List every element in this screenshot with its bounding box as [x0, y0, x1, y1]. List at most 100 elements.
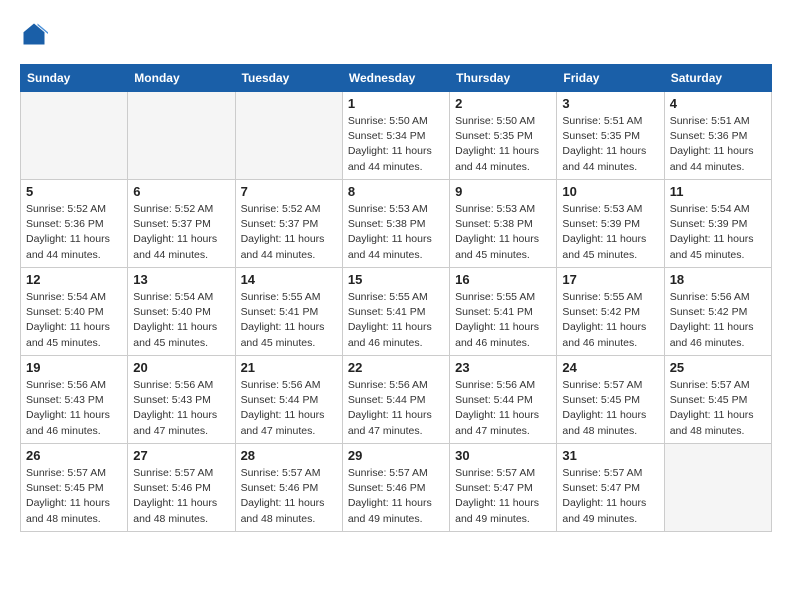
day-info: Sunrise: 5:57 AMSunset: 5:47 PMDaylight:…	[455, 466, 551, 527]
calendar-cell: 28 Sunrise: 5:57 AMSunset: 5:46 PMDayligh…	[235, 444, 342, 532]
weekday-header-saturday: Saturday	[664, 65, 771, 92]
calendar-cell: 17 Sunrise: 5:55 AMSunset: 5:42 PMDayligh…	[557, 268, 664, 356]
day-info: Sunrise: 5:56 AMSunset: 5:44 PMDaylight:…	[348, 378, 444, 439]
day-info: Sunrise: 5:51 AMSunset: 5:35 PMDaylight:…	[562, 114, 658, 175]
calendar-cell: 3 Sunrise: 5:51 AMSunset: 5:35 PMDaylight…	[557, 92, 664, 180]
day-info: Sunrise: 5:52 AMSunset: 5:36 PMDaylight:…	[26, 202, 122, 263]
day-number: 24	[562, 360, 658, 375]
calendar-cell	[128, 92, 235, 180]
day-info: Sunrise: 5:51 AMSunset: 5:36 PMDaylight:…	[670, 114, 766, 175]
calendar-cell	[664, 444, 771, 532]
day-info: Sunrise: 5:53 AMSunset: 5:39 PMDaylight:…	[562, 202, 658, 263]
day-info: Sunrise: 5:57 AMSunset: 5:45 PMDaylight:…	[562, 378, 658, 439]
calendar-cell: 21 Sunrise: 5:56 AMSunset: 5:44 PMDayligh…	[235, 356, 342, 444]
calendar-table: SundayMondayTuesdayWednesdayThursdayFrid…	[20, 64, 772, 532]
day-number: 28	[241, 448, 337, 463]
calendar-cell: 10Sunrise: 5:53 AMSunset: 5:39 PMDayligh…	[557, 180, 664, 268]
calendar-cell: 27 Sunrise: 5:57 AMSunset: 5:46 PMDayligh…	[128, 444, 235, 532]
day-number: 3	[562, 96, 658, 111]
calendar-cell: 22 Sunrise: 5:56 AMSunset: 5:44 PMDayligh…	[342, 356, 449, 444]
day-number: 16	[455, 272, 551, 287]
day-info: Sunrise: 5:57 AMSunset: 5:47 PMDaylight:…	[562, 466, 658, 527]
day-number: 7	[241, 184, 337, 199]
day-number: 26	[26, 448, 122, 463]
day-number: 15	[348, 272, 444, 287]
day-info: Sunrise: 5:52 AMSunset: 5:37 PMDaylight:…	[241, 202, 337, 263]
day-info: Sunrise: 5:57 AMSunset: 5:45 PMDaylight:…	[26, 466, 122, 527]
day-number: 14	[241, 272, 337, 287]
week-row-2: 5 Sunrise: 5:52 AMSunset: 5:36 PMDaylight…	[21, 180, 772, 268]
calendar-cell: 5 Sunrise: 5:52 AMSunset: 5:36 PMDaylight…	[21, 180, 128, 268]
day-info: Sunrise: 5:56 AMSunset: 5:44 PMDaylight:…	[241, 378, 337, 439]
calendar-cell: 19 Sunrise: 5:56 AMSunset: 5:43 PMDayligh…	[21, 356, 128, 444]
calendar-cell: 15 Sunrise: 5:55 AMSunset: 5:41 PMDayligh…	[342, 268, 449, 356]
day-info: Sunrise: 5:52 AMSunset: 5:37 PMDaylight:…	[133, 202, 229, 263]
day-info: Sunrise: 5:56 AMSunset: 5:43 PMDaylight:…	[26, 378, 122, 439]
day-info: Sunrise: 5:53 AMSunset: 5:38 PMDaylight:…	[348, 202, 444, 263]
calendar-cell: 8 Sunrise: 5:53 AMSunset: 5:38 PMDaylight…	[342, 180, 449, 268]
calendar-cell: 6 Sunrise: 5:52 AMSunset: 5:37 PMDaylight…	[128, 180, 235, 268]
day-number: 30	[455, 448, 551, 463]
logo	[20, 20, 52, 48]
day-number: 20	[133, 360, 229, 375]
calendar-cell: 16 Sunrise: 5:55 AMSunset: 5:41 PMDayligh…	[450, 268, 557, 356]
day-info: Sunrise: 5:57 AMSunset: 5:46 PMDaylight:…	[348, 466, 444, 527]
day-number: 9	[455, 184, 551, 199]
day-info: Sunrise: 5:56 AMSunset: 5:43 PMDaylight:…	[133, 378, 229, 439]
weekday-header-tuesday: Tuesday	[235, 65, 342, 92]
day-info: Sunrise: 5:50 AMSunset: 5:35 PMDaylight:…	[455, 114, 551, 175]
calendar-cell: 2Sunrise: 5:50 AMSunset: 5:35 PMDaylight…	[450, 92, 557, 180]
day-number: 19	[26, 360, 122, 375]
day-info: Sunrise: 5:53 AMSunset: 5:38 PMDaylight:…	[455, 202, 551, 263]
day-info: Sunrise: 5:54 AMSunset: 5:40 PMDaylight:…	[26, 290, 122, 351]
weekday-header-friday: Friday	[557, 65, 664, 92]
day-number: 12	[26, 272, 122, 287]
day-number: 27	[133, 448, 229, 463]
calendar-cell: 4 Sunrise: 5:51 AMSunset: 5:36 PMDaylight…	[664, 92, 771, 180]
day-number: 4	[670, 96, 766, 111]
calendar-cell: 26 Sunrise: 5:57 AMSunset: 5:45 PMDayligh…	[21, 444, 128, 532]
day-info: Sunrise: 5:56 AMSunset: 5:44 PMDaylight:…	[455, 378, 551, 439]
day-number: 11	[670, 184, 766, 199]
calendar-cell: 31 Sunrise: 5:57 AMSunset: 5:47 PMDayligh…	[557, 444, 664, 532]
day-info: Sunrise: 5:54 AMSunset: 5:40 PMDaylight:…	[133, 290, 229, 351]
calendar-cell: 23 Sunrise: 5:56 AMSunset: 5:44 PMDayligh…	[450, 356, 557, 444]
day-number: 21	[241, 360, 337, 375]
day-number: 22	[348, 360, 444, 375]
calendar-cell: 20 Sunrise: 5:56 AMSunset: 5:43 PMDayligh…	[128, 356, 235, 444]
day-number: 23	[455, 360, 551, 375]
calendar-cell: 13 Sunrise: 5:54 AMSunset: 5:40 PMDayligh…	[128, 268, 235, 356]
calendar-cell: 11Sunrise: 5:54 AMSunset: 5:39 PMDayligh…	[664, 180, 771, 268]
calendar-cell: 7 Sunrise: 5:52 AMSunset: 5:37 PMDaylight…	[235, 180, 342, 268]
weekday-header-thursday: Thursday	[450, 65, 557, 92]
calendar-cell: 25 Sunrise: 5:57 AMSunset: 5:45 PMDayligh…	[664, 356, 771, 444]
day-number: 31	[562, 448, 658, 463]
calendar-cell: 1 Sunrise: 5:50 AMSunset: 5:34 PMDaylight…	[342, 92, 449, 180]
day-number: 6	[133, 184, 229, 199]
day-info: Sunrise: 5:55 AMSunset: 5:41 PMDaylight:…	[455, 290, 551, 351]
day-info: Sunrise: 5:57 AMSunset: 5:46 PMDaylight:…	[133, 466, 229, 527]
day-number: 29	[348, 448, 444, 463]
day-number: 17	[562, 272, 658, 287]
calendar-cell: 18Sunrise: 5:56 AMSunset: 5:42 PMDayligh…	[664, 268, 771, 356]
day-info: Sunrise: 5:56 AMSunset: 5:42 PMDaylight:…	[670, 290, 766, 351]
weekday-header-monday: Monday	[128, 65, 235, 92]
day-info: Sunrise: 5:57 AMSunset: 5:46 PMDaylight:…	[241, 466, 337, 527]
calendar-cell: 30 Sunrise: 5:57 AMSunset: 5:47 PMDayligh…	[450, 444, 557, 532]
day-info: Sunrise: 5:50 AMSunset: 5:34 PMDaylight:…	[348, 114, 444, 175]
calendar-cell: 9 Sunrise: 5:53 AMSunset: 5:38 PMDaylight…	[450, 180, 557, 268]
day-number: 13	[133, 272, 229, 287]
day-number: 25	[670, 360, 766, 375]
day-number: 8	[348, 184, 444, 199]
day-info: Sunrise: 5:55 AMSunset: 5:41 PMDaylight:…	[348, 290, 444, 351]
day-info: Sunrise: 5:55 AMSunset: 5:42 PMDaylight:…	[562, 290, 658, 351]
day-number: 5	[26, 184, 122, 199]
calendar-cell: 29 Sunrise: 5:57 AMSunset: 5:46 PMDayligh…	[342, 444, 449, 532]
logo-icon	[20, 20, 48, 48]
week-row-3: 12 Sunrise: 5:54 AMSunset: 5:40 PMDayligh…	[21, 268, 772, 356]
calendar-cell	[235, 92, 342, 180]
day-info: Sunrise: 5:57 AMSunset: 5:45 PMDaylight:…	[670, 378, 766, 439]
weekday-header-sunday: Sunday	[21, 65, 128, 92]
day-number: 1	[348, 96, 444, 111]
calendar-cell: 24 Sunrise: 5:57 AMSunset: 5:45 PMDayligh…	[557, 356, 664, 444]
